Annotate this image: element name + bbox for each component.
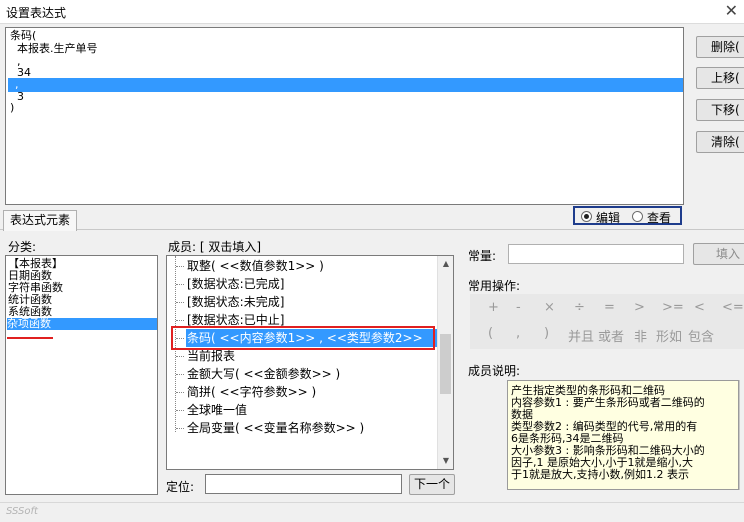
member-item-label: 全局变量( <<变量名称参数>> ): [187, 421, 365, 435]
op-less-equal[interactable]: <=: [722, 300, 744, 315]
editor-line: 本报表.生产单号: [10, 42, 98, 55]
member-item-label: 全球唯一值: [187, 403, 248, 417]
annotation-underline: [7, 337, 53, 339]
member-item-label: [数据状态:未完成]: [187, 295, 285, 309]
description-label: 成员说明:: [468, 364, 521, 378]
member-description: 产生指定类型的条形码和二维码 内容参数1 : 要产生条形码或者二维码的 数据 类…: [507, 380, 739, 490]
member-item[interactable]: [数据状态:未完成]: [176, 293, 285, 311]
expression-editor[interactable]: 条码( 本报表.生产单号 , 34 , 3 ): [5, 27, 684, 205]
editor-line: ): [10, 101, 15, 114]
member-item-label: 金额大写( <<金额参数>> ): [187, 367, 341, 381]
member-item-label: 简拼( <<字符参数>> ): [187, 385, 317, 399]
category-label: 分类:: [8, 240, 37, 254]
op-close-paren[interactable]: ): [544, 326, 549, 341]
common-ops-label: 常用操作:: [468, 279, 521, 293]
radio-edit-label[interactable]: 编辑: [596, 209, 620, 226]
scroll-thumb[interactable]: [440, 334, 451, 394]
editor-line-selected: ,: [8, 78, 683, 92]
member-item-label: 当前报表: [187, 349, 236, 363]
category-item-selected[interactable]: 杂项函数: [7, 318, 157, 330]
annotation-box: [171, 326, 435, 350]
mode-selector: 编辑 查看: [573, 206, 682, 225]
move-up-button[interactable]: 上移(: [696, 67, 744, 89]
member-list[interactable]: 取整( <<数值参数1>> ) [数据状态:已完成] [数据状态:未完成] [数…: [166, 255, 454, 470]
member-item-label: 取整( <<数值参数1>> ): [187, 259, 324, 273]
member-item[interactable]: 全球唯一值: [176, 401, 248, 419]
locate-input[interactable]: [205, 474, 402, 494]
description-line: 于1就是放大,支持小数,例如1.2 表示: [511, 468, 689, 481]
member-item[interactable]: 全局变量( <<变量名称参数>> ): [176, 419, 365, 437]
op-divide[interactable]: ÷: [574, 300, 585, 315]
op-comma[interactable]: ,: [516, 326, 520, 341]
radio-view-label[interactable]: 查看: [647, 209, 671, 226]
members-label: 成员: [ 双击填入]: [168, 240, 262, 254]
radio-view[interactable]: [632, 211, 643, 222]
op-contains[interactable]: 包含: [688, 326, 714, 345]
op-not[interactable]: 非: [634, 326, 647, 345]
member-item[interactable]: 取整( <<数值参数1>> ): [176, 257, 324, 275]
fill-button[interactable]: 填入: [693, 243, 744, 265]
description-scrollbar[interactable]: [739, 380, 744, 490]
op-like[interactable]: 形如: [656, 326, 682, 345]
op-multiply[interactable]: ×: [544, 300, 555, 315]
description-line: 内容参数1 : 要产生条形码或者二维码的: [511, 396, 705, 409]
op-equals[interactable]: =: [604, 300, 615, 315]
op-greater[interactable]: >: [634, 300, 645, 315]
scroll-down-icon[interactable]: ▼: [438, 453, 453, 469]
op-minus[interactable]: -: [516, 300, 521, 315]
op-or[interactable]: 或者: [598, 326, 624, 345]
locate-label: 定位:: [166, 480, 195, 494]
op-plus[interactable]: +: [488, 300, 499, 315]
member-item[interactable]: 简拼( <<字符参数>> ): [176, 383, 317, 401]
status-text: SSSoft: [6, 506, 38, 517]
move-down-button[interactable]: 下移(: [696, 99, 744, 121]
clear-button[interactable]: 清除(: [696, 131, 744, 153]
editor-line: 条码(: [10, 29, 37, 42]
member-scrollbar[interactable]: ▲ ▼: [437, 256, 453, 469]
member-item-label: [数据状态:已中止]: [187, 313, 285, 327]
op-and[interactable]: 并且: [568, 326, 594, 345]
common-ops-panel: + - × ÷ = > >= < <= ( , ) 并且 或者 非 形如 包含: [470, 294, 744, 349]
window-title: 设置表达式: [6, 6, 67, 20]
op-less[interactable]: <: [694, 300, 705, 315]
member-item[interactable]: [数据状态:已完成]: [176, 275, 285, 293]
scroll-up-icon[interactable]: ▲: [438, 256, 453, 272]
op-greater-equal[interactable]: >=: [662, 300, 684, 315]
delete-button[interactable]: 删除(: [696, 36, 744, 58]
close-icon[interactable]: ✕: [725, 1, 738, 20]
radio-edit[interactable]: [581, 211, 592, 222]
status-bar: SSSoft: [0, 502, 744, 522]
member-item-label: [数据状态:已完成]: [187, 277, 285, 291]
constant-label: 常量:: [468, 249, 497, 263]
title-bar: 设置表达式 ✕: [0, 0, 744, 24]
tab-expression-elements[interactable]: 表达式元素: [3, 210, 78, 231]
category-list[interactable]: 【本报表】 日期函数 字符串函数 统计函数 系统函数 杂项函数: [5, 255, 158, 495]
constant-input[interactable]: [508, 244, 684, 264]
member-item[interactable]: 金额大写( <<金额参数>> ): [176, 365, 341, 383]
op-open-paren[interactable]: (: [488, 326, 493, 341]
next-button[interactable]: 下一个: [409, 474, 455, 495]
